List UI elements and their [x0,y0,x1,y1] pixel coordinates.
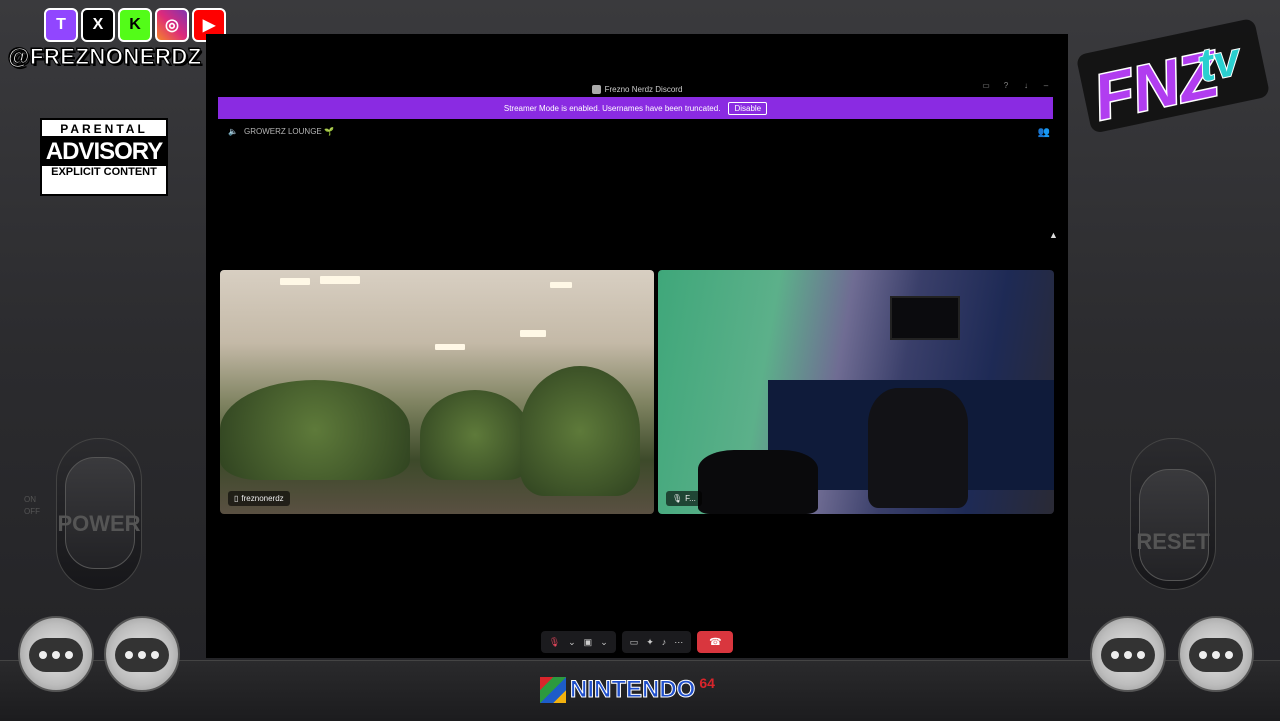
channel-handle: @FREZNONERDZ [8,44,202,70]
channel-name: GROWERZ LOUNGE 🌱 [243,127,334,136]
power-switch: POWER [56,438,142,590]
video-tile-participant-2[interactable]: 🎙 F... [658,270,1054,514]
add-user-icon[interactable]: 👥 [1038,127,1050,138]
plant-bed [220,380,410,480]
plant-cluster [520,366,640,496]
twitch-icon: T [44,8,78,42]
screen-share-icon[interactable]: ▭ [630,637,639,648]
window-controls: ▭ ? ↓ – [982,82,1050,90]
controller-port-1 [18,616,94,692]
grow-light [520,330,546,337]
video-tile-freznonerdz[interactable]: ▯ freznonerdz [220,270,654,514]
participant-tag: ▯ freznonerdz [228,491,290,506]
instagram-icon: ◎ [155,8,189,42]
off-label: OFF [24,507,40,516]
controller-port-3 [1090,616,1166,692]
window-title: Frezno Nerdz Discord [604,84,683,94]
help-icon[interactable]: ? [1002,82,1010,90]
mouse-cursor-icon: ▲ [1049,230,1058,240]
mic-muted-icon[interactable]: 🎙 [549,637,560,648]
chevron-down-icon[interactable]: ⌄ [600,637,608,648]
disable-streamer-mode-button[interactable]: Disable [728,101,768,115]
participant-name: freznonerdz [241,494,284,503]
minimize-icon[interactable]: – [1042,82,1050,90]
foreground-object [698,450,818,514]
on-label: ON [24,495,36,504]
soundboard-icon[interactable]: ♪ [662,637,667,647]
chevron-down-icon[interactable]: ⌄ [568,637,576,648]
phone-icon: ▯ [234,494,239,503]
speaker-icon: 🔈 [228,127,238,136]
grow-light [320,276,360,284]
streamer-mode-banner: Streamer Mode is enabled. Usernames have… [218,97,1053,119]
reset-switch: RESET [1130,438,1216,590]
controller-port-4 [1178,616,1254,692]
mic-muted-icon: 🎙 [672,494,683,503]
plant-cluster [420,390,530,480]
nintendo-wordmark: NINTENDO [569,676,696,704]
streamer-mode-message: Streamer Mode is enabled. Usernames have… [503,103,721,113]
media-controls-group: 🎙 ⌄ ▣ ⌄ [540,631,616,653]
kick-icon: K [118,8,152,42]
reset-switch-slider [1139,469,1209,581]
parental-advisory-label: PARENTAL ADVISORY EXPLICIT CONTENT [40,118,168,196]
leave-call-button[interactable]: ☎ [697,631,734,653]
activities-icon[interactable]: ✦ [646,637,654,648]
monitor [890,296,960,340]
grow-light [435,344,465,350]
power-indicator: ON OFF [24,494,40,518]
power-label: POWER [57,511,141,536]
advisory-line1: PARENTAL [42,122,166,138]
inbox-icon[interactable]: ▭ [982,82,990,90]
grow-light [550,282,572,288]
leave-call-icon: ☎ [709,636,722,648]
voice-channel-header: 🔈 GROWERZ LOUNGE 🌱 [228,127,334,136]
advisory-line2: ADVISORY [42,138,166,166]
reset-label: RESET [1136,529,1210,554]
n64-cube-icon [540,677,566,703]
window-titlebar: Frezno Nerdz Discord [206,82,1068,96]
activity-controls-group: ▭ ✦ ♪ ⋯ [621,631,692,653]
participant-name: F... [685,494,696,503]
discord-call-window: Frezno Nerdz Discord ▭ ? ↓ – Streamer Mo… [206,34,1068,658]
social-icons: T X K ◎ ▶ [44,8,226,42]
participant-tag: 🎙 F... [666,491,702,506]
nintendo-64-mark: 64 [699,675,715,691]
nintendo64-logo: NINTENDO 64 [540,675,715,704]
gaming-chair [868,388,968,508]
fnz-tv-logo: FNZ tv [1077,19,1269,135]
advisory-line3: EXPLICIT CONTENT [51,166,157,178]
x-icon: X [81,8,115,42]
call-controls: 🎙 ⌄ ▣ ⌄ ▭ ✦ ♪ ⋯ ☎ [206,631,1068,653]
controller-port-2 [104,616,180,692]
discord-server-icon [591,84,601,94]
more-icon[interactable]: ⋯ [674,637,683,648]
camera-off-icon[interactable]: ▣ [584,637,593,648]
download-icon[interactable]: ↓ [1022,82,1030,90]
grow-light [280,278,310,285]
